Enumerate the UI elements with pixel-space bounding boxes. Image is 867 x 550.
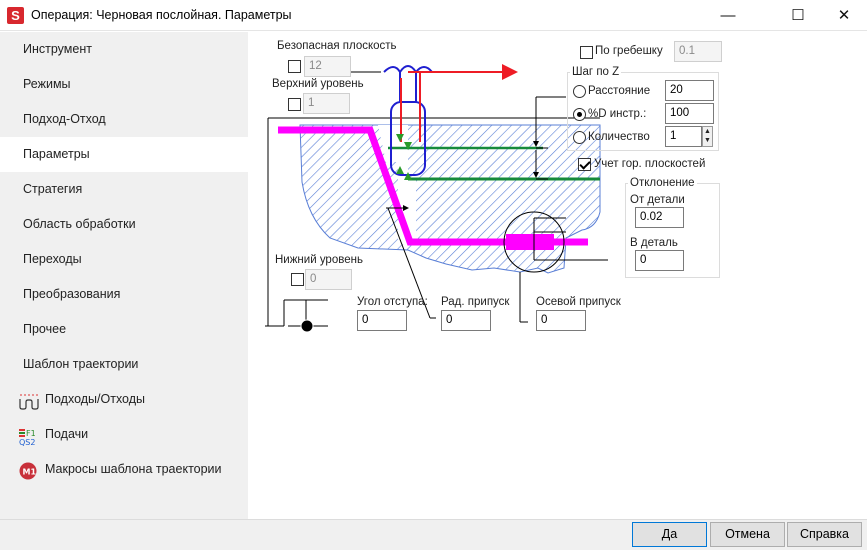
distance-input[interactable]: 20	[665, 80, 714, 101]
sidebar: Инструмент Режимы Подход-Отход Параметры…	[0, 32, 248, 519]
sidebar-item-tool[interactable]: Инструмент	[0, 32, 248, 67]
retract-angle-label: Угол отступа:	[357, 296, 428, 308]
sidebar-item-parameters[interactable]: Параметры	[0, 137, 248, 172]
count-radio[interactable]	[573, 131, 586, 144]
sidebar-item-label: Подход-Отход	[23, 112, 106, 126]
by-ridge-label: По гребешку	[595, 45, 663, 57]
feeds-icon: F1 QS2	[18, 425, 40, 447]
horizontal-planes-label: Учет гор. плоскостей	[594, 158, 706, 170]
bottom-level-checkbox[interactable]	[291, 273, 304, 286]
top-level-input[interactable]: 1	[303, 93, 350, 114]
sidebar-item-label: Стратегия	[23, 182, 83, 196]
deviation-group-label: Отклонение	[628, 177, 697, 189]
title-bar: S Операция: Черновая послойная. Параметр…	[0, 0, 867, 31]
sidebar-item-label: Подходы/Отходы	[45, 392, 146, 406]
sidebar-item-strategy[interactable]: Стратегия	[0, 172, 248, 207]
count-stepper[interactable]: ▲ ▼	[702, 126, 713, 147]
maximize-button[interactable]: ☐	[775, 0, 821, 31]
into-part-label: В деталь	[630, 237, 678, 249]
sidebar-item-label: Подачи	[45, 427, 89, 441]
sidebar-item-feeds[interactable]: F1 QS2 Подачи	[0, 417, 248, 452]
by-ridge-checkbox[interactable]	[580, 46, 593, 59]
sidebar-item-transformations[interactable]: Преобразования	[0, 277, 248, 312]
sidebar-item-label: Макросы шаблона траектории	[45, 462, 222, 476]
app-logo-icon: S	[7, 7, 24, 24]
axial-allowance-input[interactable]: 0	[536, 310, 586, 331]
safe-plane-input[interactable]: 12	[304, 56, 351, 77]
svg-text:QS2: QS2	[19, 438, 35, 446]
top-level-checkbox[interactable]	[288, 98, 301, 111]
into-part-input[interactable]: 0	[635, 250, 684, 271]
percent-d-label: %D инстр.:	[588, 108, 647, 120]
sidebar-item-machining-area[interactable]: Область обработки	[0, 207, 248, 242]
bottom-level-label: Нижний уровень	[275, 254, 363, 266]
count-input[interactable]: 1	[665, 126, 702, 147]
sidebar-item-transitions[interactable]: Переходы	[0, 242, 248, 277]
sidebar-item-other[interactable]: Прочее	[0, 312, 248, 347]
sidebar-item-toolpath-template[interactable]: Шаблон траектории	[0, 347, 248, 382]
from-part-label: От детали	[630, 194, 685, 206]
by-ridge-input[interactable]: 0.1	[674, 41, 722, 62]
retract-angle-input[interactable]: 0	[357, 310, 407, 331]
radial-allowance-label: Рад. припуск	[441, 296, 510, 308]
distance-radio[interactable]	[573, 85, 586, 98]
bottom-level-input[interactable]: 0	[305, 269, 352, 290]
window-title: Операция: Черновая послойная. Параметры	[31, 8, 292, 22]
top-level-label: Верхний уровень	[272, 78, 364, 90]
sidebar-item-modes[interactable]: Режимы	[0, 67, 248, 102]
sidebar-item-template-macros[interactable]: M1 Макросы шаблона траектории	[0, 452, 248, 487]
help-button[interactable]: Справка	[787, 522, 862, 547]
sidebar-item-label: Шаблон траектории	[23, 357, 139, 371]
sidebar-item-approaches-retracts[interactable]: Подходы/Отходы	[0, 382, 248, 417]
safe-plane-label: Безопасная плоскость	[277, 40, 397, 52]
horizontal-planes-checkbox[interactable]	[578, 158, 591, 171]
axial-allowance-label: Осевой припуск	[536, 296, 621, 308]
sidebar-item-label: Параметры	[23, 147, 90, 161]
sidebar-item-approach[interactable]: Подход-Отход	[0, 102, 248, 137]
macro-icon: M1	[18, 460, 40, 480]
percent-d-input[interactable]: 100	[665, 103, 714, 124]
sidebar-item-label: Режимы	[23, 77, 71, 91]
approach-retract-icon	[18, 390, 40, 410]
sidebar-item-label: Переходы	[23, 252, 82, 266]
minimize-button[interactable]: —	[705, 0, 751, 31]
z-step-group-label: Шаг по Z	[570, 66, 622, 78]
dialog-footer: Да Отмена Справка	[0, 519, 867, 550]
safe-plane-checkbox[interactable]	[288, 60, 301, 73]
parameters-panel: Безопасная плоскость 12 Верхний уровень …	[248, 32, 867, 519]
sidebar-item-label: Преобразования	[23, 287, 121, 301]
from-part-input[interactable]: 0.02	[635, 207, 684, 228]
percent-d-radio[interactable]	[573, 108, 586, 121]
ok-button[interactable]: Да	[632, 522, 707, 547]
radial-allowance-input[interactable]: 0	[441, 310, 491, 331]
distance-label: Расстояние	[588, 85, 651, 97]
sidebar-item-label: Инструмент	[23, 42, 92, 56]
cancel-button[interactable]: Отмена	[710, 522, 785, 547]
svg-text:M1: M1	[23, 468, 37, 477]
sidebar-item-label: Область обработки	[23, 217, 136, 231]
count-label: Количество	[588, 131, 650, 143]
close-button[interactable]: ✕	[821, 0, 867, 31]
svg-text:F1: F1	[26, 429, 36, 438]
sidebar-item-label: Прочее	[23, 322, 67, 336]
